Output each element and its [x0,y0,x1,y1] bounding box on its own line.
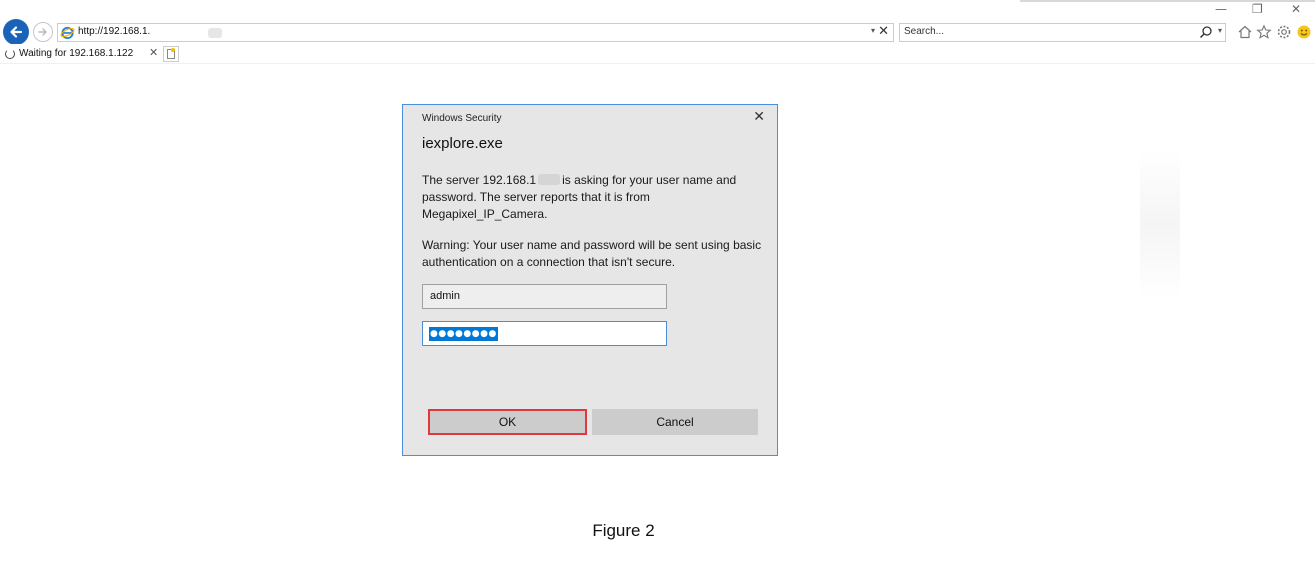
smiley-feedback-icon[interactable] [1296,24,1312,40]
address-dropdown-icon[interactable]: ▾ [871,26,875,35]
new-tab-sparkle [171,48,175,52]
browser-tab[interactable]: Waiting for 192.168.1.122 ✕ [0,44,162,64]
address-url: http://192.168.1. [78,26,151,37]
home-icon[interactable] [1237,24,1253,40]
search-input[interactable]: Search... [904,26,944,37]
username-field[interactable]: admin [422,284,667,309]
username-value: admin [430,290,460,302]
background-artifact [1140,150,1180,300]
search-icon[interactable] [1199,25,1213,39]
favorites-star-icon[interactable] [1256,24,1272,40]
search-dropdown-icon[interactable]: ▾ [1218,26,1222,35]
address-bar[interactable]: http://192.168.1. ▾ ✕ [57,23,894,42]
tab-title: Waiting for 192.168.1.122 [19,48,134,59]
ie-logo-icon [60,26,75,40]
forward-button[interactable] [33,22,53,42]
dialog-message: The server 192.168.1 is asking for your u… [422,172,762,223]
message-part-1: The server 192.168.1 [422,173,537,187]
stop-icon[interactable]: ✕ [878,24,889,39]
redacted-ip [538,174,561,185]
loading-spinner-icon [5,49,15,59]
restore-button[interactable]: ❐ [1252,2,1263,16]
back-button[interactable] [3,19,29,45]
dialog-title: iexplore.exe [422,135,503,152]
new-tab-button[interactable] [163,46,179,62]
minimize-button[interactable]: — [1215,2,1227,16]
password-field[interactable]: ●●●●●●●● [422,321,667,346]
settings-gear-icon[interactable] [1276,24,1292,40]
redacted-address-part [208,28,222,38]
search-box[interactable]: Search... ▾ [899,23,1226,42]
ok-button[interactable]: OK [428,409,587,435]
window-close-button[interactable]: ✕ [1291,2,1301,16]
browser-toolbar: — ❐ ✕ http://192.168.1. ▾ ✕ Search... ▾ [0,0,1315,64]
dialog-close-icon[interactable]: ✕ [753,109,765,125]
toolbar-divider [0,63,1315,64]
forward-arrow-icon [38,28,47,36]
cancel-button-label: Cancel [656,415,694,429]
password-mask: ●●●●●●●● [429,327,498,341]
figure-caption: Figure 2 [592,521,655,540]
dialog-warning: Warning: Your user name and password wil… [422,238,762,269]
cancel-button[interactable]: Cancel [592,409,758,435]
ok-button-label: OK [498,415,517,429]
window-shadow [1020,0,1315,2]
back-arrow-icon [10,26,23,38]
tab-close-icon[interactable]: ✕ [149,46,158,59]
windows-security-dialog: Windows Security ✕ iexplore.exe The serv… [402,104,778,456]
dialog-caption: Windows Security [422,113,502,124]
